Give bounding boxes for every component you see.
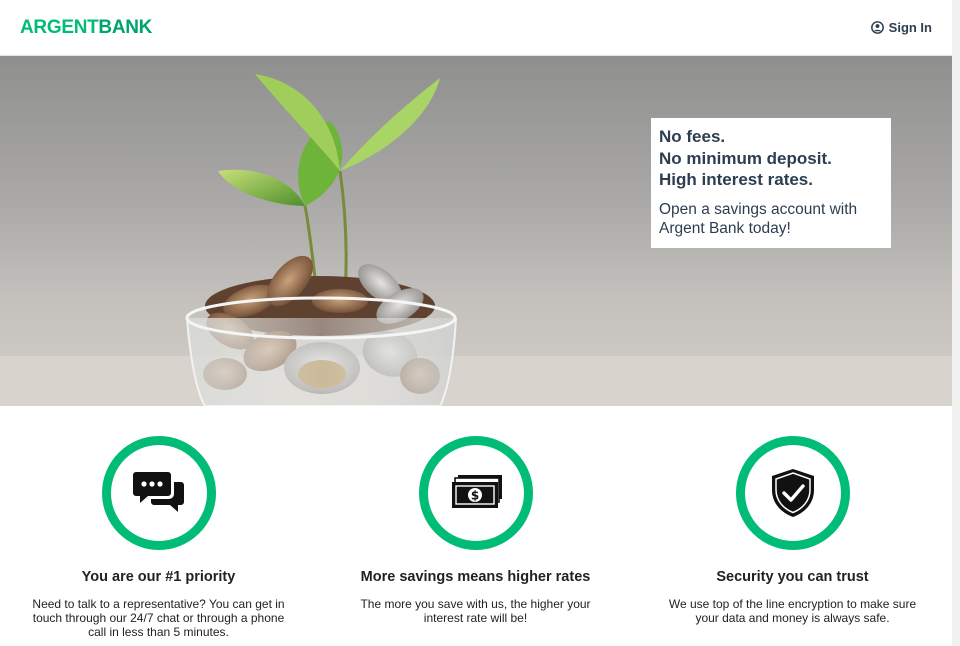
feature-title: You are our #1 priority [81,569,236,585]
features-section: You are our #1 priority Need to talk to … [0,406,952,646]
hero-content: No fees. No minimum deposit. High intere… [651,118,891,248]
user-circle-icon [870,21,884,34]
scrollbar-track[interactable] [952,0,960,646]
sign-in-link[interactable]: Sign In [870,20,932,35]
logo[interactable]: ARGENT BANK [20,17,152,39]
sign-in-label: Sign In [888,20,932,35]
logo-text-argent: ARGENT [20,16,99,38]
hero-banner: No fees. No minimum deposit. High intere… [0,56,952,406]
hero-text: Open a savings account with Argent Bank … [659,200,858,237]
main-nav: ARGENT BANK Sign In [0,0,952,56]
chat-icon [101,436,216,550]
logo-text-bank: BANK [98,16,153,38]
feature-item-priority: You are our #1 priority Need to talk to … [0,406,317,646]
svg-text:$: $ [470,489,478,503]
hero-subtitle-2: No minimum deposit. [659,148,832,168]
feature-item-savings: $ More savings means higher rates The mo… [317,406,634,646]
feature-item-security: Security you can trust We use top of the… [634,406,951,646]
feature-text: We use top of the line encryption to mak… [668,597,917,625]
feature-title: More savings means higher rates [360,569,591,585]
hero-subtitle-3: High interest rates. [659,170,813,189]
money-icon: $ [418,436,533,550]
security-icon [735,436,850,550]
hero-subtitle-1: No fees. [659,127,726,146]
feature-title: Security you can trust [716,569,869,585]
feature-text: The more you save with us, the higher yo… [360,597,591,625]
feature-text: Need to talk to a representative? You ca… [32,597,285,639]
